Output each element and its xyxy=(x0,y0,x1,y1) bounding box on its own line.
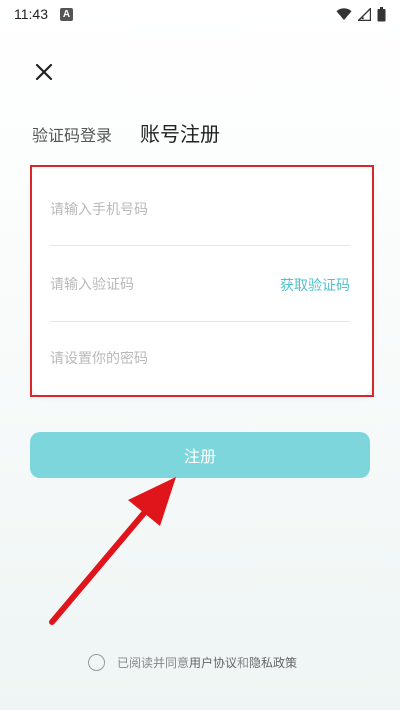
user-agreement-link[interactable]: 用户协议 xyxy=(189,654,237,671)
notification-a-icon: A xyxy=(60,7,73,21)
agreement-prefix: 已阅读并同意 xyxy=(117,656,190,670)
login-tabs: 验证码登录 账号注册 xyxy=(32,118,220,147)
code-divider xyxy=(50,321,350,322)
agree-radio[interactable] xyxy=(88,654,105,671)
close-icon xyxy=(35,63,53,81)
close-button[interactable] xyxy=(30,58,58,86)
phone-field xyxy=(50,190,350,230)
status-bar: 11:43 A xyxy=(0,0,400,28)
phone-input[interactable] xyxy=(50,202,350,218)
password-field xyxy=(50,339,350,379)
tab-code-login[interactable]: 验证码登录 xyxy=(32,122,112,146)
get-code-button[interactable]: 获取验证码 xyxy=(280,275,350,295)
code-field: 获取验证码 xyxy=(50,265,350,305)
privacy-policy-link[interactable]: 隐私政策 xyxy=(249,654,297,671)
status-icons xyxy=(336,6,386,22)
status-time: 11:43 xyxy=(14,6,48,22)
signal-icon xyxy=(358,7,371,21)
register-button[interactable]: 注册 xyxy=(30,432,370,478)
password-input[interactable] xyxy=(50,351,350,367)
agreement-conjunction: 和 xyxy=(237,656,250,670)
tab-account-register[interactable]: 账号注册 xyxy=(140,118,220,147)
phone-divider xyxy=(50,245,350,246)
battery-icon xyxy=(377,6,386,21)
agreement-row: 已阅读并同意 用户协议 和 隐私政策 xyxy=(88,654,297,671)
code-input[interactable] xyxy=(50,277,280,293)
wifi-icon xyxy=(336,7,352,20)
